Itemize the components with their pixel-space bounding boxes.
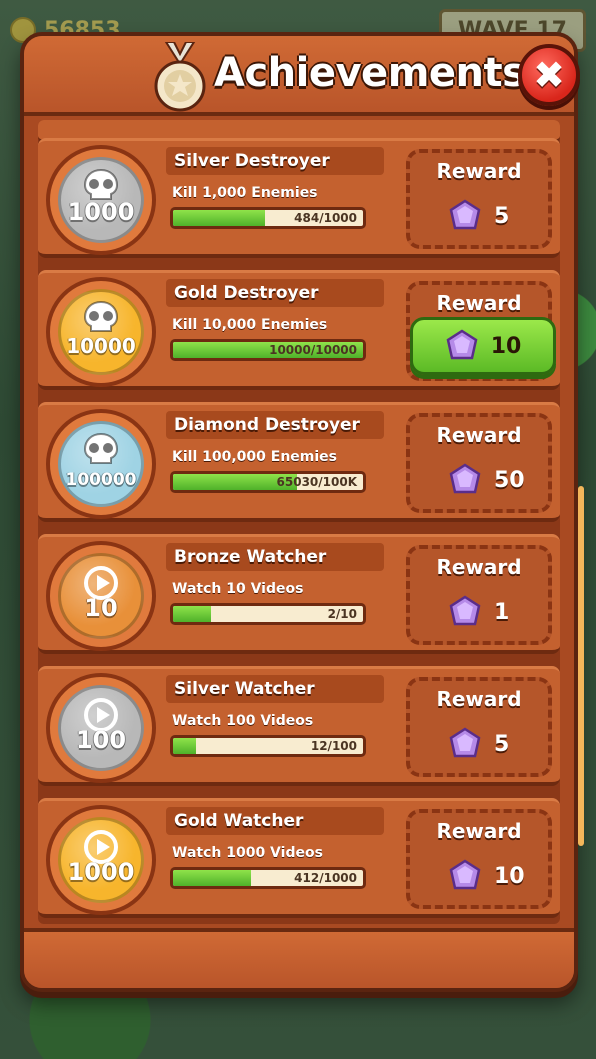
progress-text: 484/1000: [294, 211, 357, 225]
achievement-description: Watch 10 Videos: [172, 581, 304, 597]
achievement-info: Bronze Watcher Watch 10 Videos 2/10: [166, 543, 384, 625]
reward-amount: 10: [494, 863, 525, 889]
progress-bar: 2/10: [170, 603, 366, 625]
badge-number: 1000: [67, 858, 135, 886]
claim-reward-button[interactable]: 10: [410, 317, 556, 375]
gem-icon: [449, 595, 481, 626]
achievement-description: Kill 10,000 Enemies: [172, 317, 328, 333]
achievement-name: Silver Destroyer: [166, 147, 384, 175]
achievement-row-3: 100000 Diamond Destroyer Kill 100,000 En…: [38, 402, 560, 522]
reward-amount: 1: [494, 599, 510, 625]
achievement-description: Kill 1,000 Enemies: [172, 185, 318, 201]
skull-icon: [83, 432, 119, 464]
gem-icon: [449, 859, 481, 890]
progress-fill: [173, 606, 211, 622]
badge-medal: 1000: [58, 157, 144, 243]
achievement-row-6: 1000 Gold Watcher Watch 1000 Videos 412/…: [38, 798, 560, 918]
progress-fill: [173, 870, 252, 886]
reward-label: Reward: [436, 555, 522, 579]
achievement-name: Diamond Destroyer: [166, 411, 384, 439]
achievement-row-1: 1000 Silver Destroyer Kill 1,000 Enemies…: [38, 138, 560, 258]
reward-amount: 10: [490, 333, 522, 359]
achievement-name: Gold Watcher: [166, 807, 384, 835]
skull-icon: [83, 300, 119, 332]
badge-number: 1000: [67, 198, 135, 226]
achievement-badge: 100000: [46, 409, 156, 519]
progress-text: 412/1000: [294, 871, 357, 885]
achievement-row-4: 10 Bronze Watcher Watch 10 Videos 2/10 R…: [38, 534, 560, 654]
achievement-row-5: 100 Silver Watcher Watch 100 Videos 12/1…: [38, 666, 560, 786]
progress-text: 65030/100K: [276, 475, 357, 489]
achievement-name: Bronze Watcher: [166, 543, 384, 571]
progress-text: 12/100: [310, 739, 357, 753]
achievement-name: Gold Destroyer: [166, 279, 384, 307]
progress-bar: 412/1000: [170, 867, 366, 889]
badge-number: 10000: [66, 334, 136, 358]
skull-icon: [83, 168, 119, 200]
achievement-badge: 1000: [46, 145, 156, 255]
reward-value: 5: [448, 727, 509, 761]
panel-header: Achievements ✖: [24, 36, 580, 116]
reward-label: Reward: [436, 687, 522, 711]
progress-bar: 65030/100K: [170, 471, 366, 493]
panel-footer: [24, 928, 574, 988]
badge-number: 100000: [65, 470, 137, 490]
reward-amount: 5: [494, 203, 510, 229]
achievement-info: Diamond Destroyer Kill 100,000 Enemies 6…: [166, 411, 384, 493]
reward-amount: 5: [494, 731, 510, 757]
reward-box: Reward 50: [406, 413, 552, 513]
progress-text: 10000/10000: [269, 343, 357, 357]
achievement-description: Watch 1000 Videos: [172, 845, 323, 861]
reward-value: 5: [448, 199, 509, 233]
progress-bar: 10000/10000: [170, 339, 366, 361]
reward-value: 10: [448, 859, 525, 893]
badge-medal: 100000: [58, 421, 144, 507]
reward-box: Reward 5: [406, 677, 552, 777]
reward-box: Reward 5: [406, 149, 552, 249]
progress-bar: 12/100: [170, 735, 366, 757]
medal-icon: [154, 42, 206, 112]
badge-medal: 10: [58, 553, 144, 639]
reward-value: 50: [448, 463, 525, 497]
reward-value: 1: [448, 595, 509, 629]
progress-bar: 484/1000: [170, 207, 366, 229]
gem-icon: [449, 199, 481, 230]
reward-box: Reward 1: [406, 545, 552, 645]
achievement-description: Watch 100 Videos: [172, 713, 314, 729]
achievement-description: Kill 100,000 Enemies: [172, 449, 337, 465]
achievement-info: Gold Destroyer Kill 10,000 Enemies 10000…: [166, 279, 384, 361]
badge-medal: 1000: [58, 817, 144, 903]
progress-fill: [173, 210, 265, 226]
achievement-info: Silver Destroyer Kill 1,000 Enemies 484/…: [166, 147, 384, 229]
reward-label: Reward: [436, 819, 522, 843]
badge-number: 100: [75, 726, 127, 754]
achievement-badge: 10: [46, 541, 156, 651]
achievement-row-2: 10000 Gold Destroyer Kill 10,000 Enemies…: [38, 270, 560, 390]
badge-medal: 100: [58, 685, 144, 771]
achievements-list[interactable]: 1000 Silver Destroyer Kill 1,000 Enemies…: [38, 120, 560, 924]
badge-medal: 10000: [58, 289, 144, 375]
achievement-info: Silver Watcher Watch 100 Videos 12/100: [166, 675, 384, 757]
achievement-info: Gold Watcher Watch 1000 Videos 412/1000: [166, 807, 384, 889]
gem-icon: [446, 329, 478, 360]
close-icon: ✖: [533, 53, 565, 97]
achievements-panel: Achievements ✖ 1000 Silver Destroyer Kil…: [20, 32, 584, 992]
reward-label: Reward: [436, 291, 522, 315]
achievement-badge: 1000: [46, 805, 156, 915]
reward-box: Reward 10: [406, 809, 552, 909]
close-button[interactable]: ✖: [518, 44, 580, 106]
gem-icon: [449, 727, 481, 758]
achievement-badge: 100: [46, 673, 156, 783]
badge-number: 10: [84, 594, 118, 622]
gem-icon: [449, 463, 481, 494]
reward-label: Reward: [436, 423, 522, 447]
reward-label: Reward: [436, 159, 522, 183]
scrollbar[interactable]: [578, 486, 584, 846]
achievement-badge: 10000: [46, 277, 156, 387]
progress-fill: [173, 738, 196, 754]
progress-text: 2/10: [327, 607, 357, 621]
panel-title: Achievements: [214, 50, 526, 96]
achievement-name: Silver Watcher: [166, 675, 384, 703]
reward-amount: 50: [494, 467, 525, 493]
